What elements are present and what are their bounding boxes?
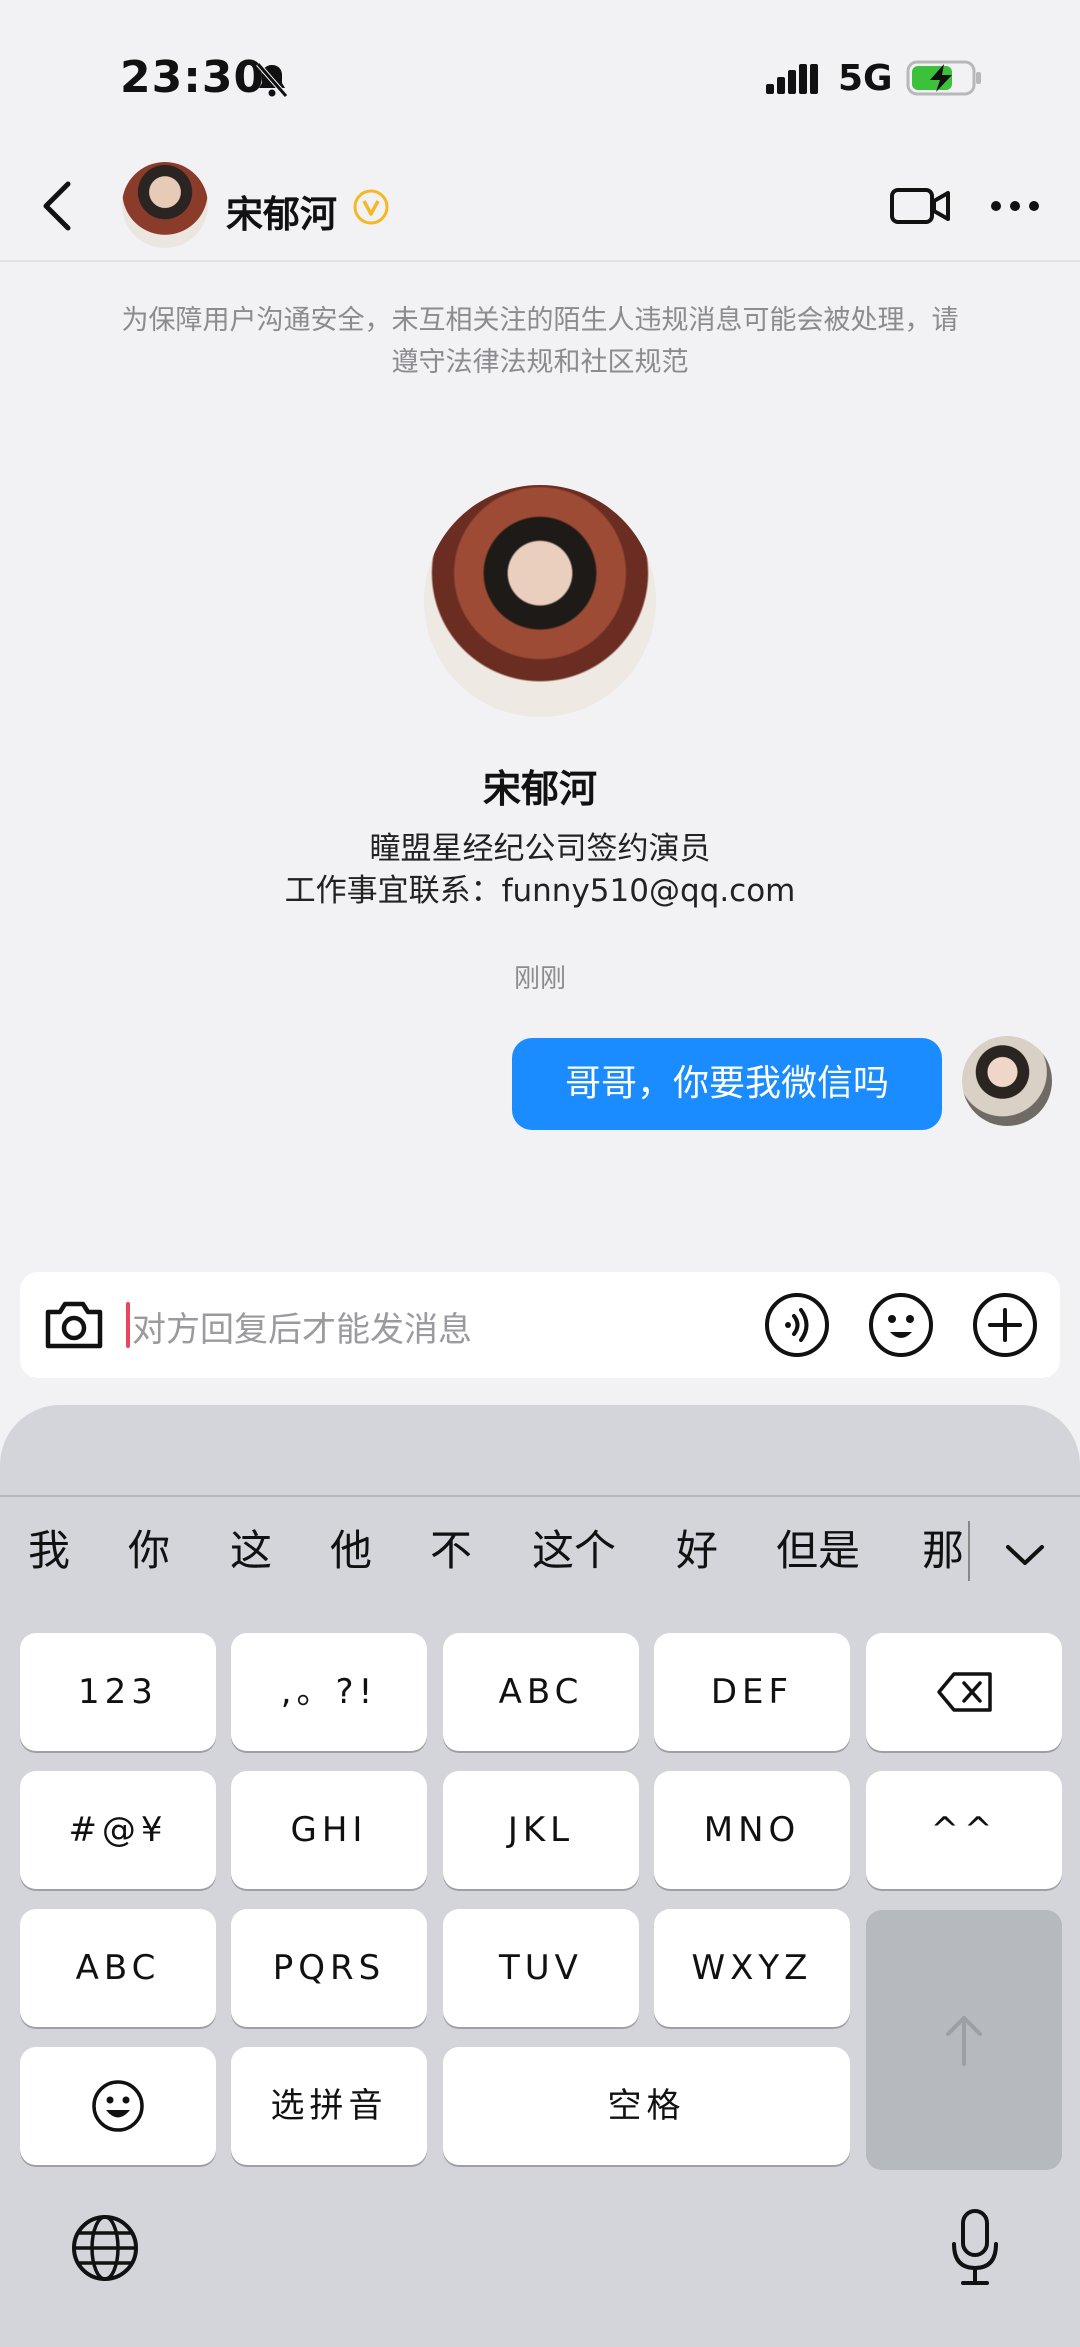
- verified-badge-icon: [353, 189, 389, 225]
- profile-avatar[interactable]: [424, 485, 656, 717]
- message-input[interactable]: 对方回复后才能发消息: [132, 1302, 472, 1351]
- emoji-icon[interactable]: [868, 1292, 934, 1358]
- candidate-word[interactable]: 那: [922, 1517, 964, 1578]
- key-emoji[interactable]: [20, 2047, 216, 2165]
- contact-avatar[interactable]: [122, 162, 208, 248]
- key-punctuation[interactable]: ,。?!: [231, 1633, 427, 1751]
- more-options-icon[interactable]: [990, 198, 1040, 214]
- key-abc-switch[interactable]: ABC: [20, 1909, 216, 2027]
- delete-icon: [937, 1672, 992, 1712]
- candidate-word[interactable]: 好: [676, 1517, 718, 1578]
- status-time: 23:30: [120, 52, 266, 103]
- signal-strength-icon: [766, 64, 818, 94]
- chevron-down-icon[interactable]: [1002, 1541, 1048, 1571]
- candidate-word[interactable]: 不: [430, 1517, 472, 1578]
- key-123[interactable]: 123: [20, 1633, 216, 1751]
- ime-keyboard: 我 你 这 他 不 这个 好 但是 那 123 ,。?! ABC DEF #@¥…: [0, 1405, 1080, 2347]
- keyboard-toolbar: [0, 1405, 1080, 1497]
- key-symbols[interactable]: #@¥: [20, 1771, 216, 1889]
- return-arrow-icon: [946, 2016, 982, 2066]
- my-avatar[interactable]: [962, 1036, 1052, 1126]
- key-select-pinyin[interactable]: 选拼音: [231, 2047, 427, 2165]
- candidate-word[interactable]: 但是: [776, 1517, 860, 1578]
- message-input-bar: 对方回复后才能发消息: [20, 1272, 1060, 1378]
- key-return[interactable]: [866, 1910, 1062, 2170]
- profile-bio-line: 工作事宜联系：funny510@qq.com: [284, 873, 796, 909]
- status-bar: 23:30 5G: [0, 0, 1080, 150]
- key-ghi[interactable]: GHI: [231, 1771, 427, 1889]
- microphone-icon[interactable]: [950, 2208, 1000, 2286]
- candidate-word[interactable]: 我: [28, 1517, 70, 1578]
- voice-input-icon[interactable]: [764, 1292, 830, 1358]
- back-arrow-icon[interactable]: [36, 178, 80, 234]
- add-attachment-icon[interactable]: [972, 1292, 1038, 1358]
- key-jkl[interactable]: JKL: [443, 1771, 639, 1889]
- key-emoticon[interactable]: ^^: [866, 1771, 1062, 1889]
- candidate-word[interactable]: 他: [330, 1517, 372, 1578]
- chat-header: 宋郁河: [0, 150, 1080, 262]
- globe-icon[interactable]: [70, 2213, 140, 2283]
- camera-icon[interactable]: [42, 1294, 106, 1354]
- candidate-word[interactable]: 你: [128, 1517, 170, 1578]
- contact-name[interactable]: 宋郁河: [226, 184, 337, 238]
- candidate-divider: [968, 1521, 970, 1581]
- key-abc[interactable]: ABC: [443, 1633, 639, 1751]
- profile-name: 宋郁河: [482, 767, 597, 811]
- emoji-key-icon: [92, 2080, 144, 2132]
- profile-bio: 瞳盟星经纪公司签约演员 工作事宜联系：funny510@qq.com: [0, 828, 1080, 912]
- candidate-word[interactable]: 这个: [532, 1517, 616, 1578]
- candidate-word[interactable]: 这: [230, 1517, 272, 1578]
- battery-charging-icon: [906, 60, 981, 96]
- mute-bell-icon: [256, 62, 288, 98]
- text-cursor: [126, 1302, 130, 1348]
- key-wxyz[interactable]: WXYZ: [654, 1909, 850, 2027]
- message-timestamp: 刚刚: [513, 964, 566, 994]
- key-space[interactable]: 空格: [443, 2047, 850, 2165]
- key-mno[interactable]: MNO: [654, 1771, 850, 1889]
- candidate-bar: 我 你 这 他 不 这个 好 但是 那: [0, 1497, 1080, 1597]
- key-delete[interactable]: [866, 1633, 1062, 1751]
- video-call-icon[interactable]: [890, 186, 950, 226]
- key-pqrs[interactable]: PQRS: [231, 1909, 427, 2027]
- key-tuv[interactable]: TUV: [443, 1909, 639, 2027]
- profile-bio-line: 瞳盟星经纪公司签约演员: [369, 831, 711, 867]
- key-def[interactable]: DEF: [654, 1633, 850, 1751]
- network-type: 5G: [838, 58, 893, 99]
- safety-notice: 为保障用户沟通安全，未互相关注的陌生人违规消息可能会被处理，请遵守法律法规和社区…: [121, 305, 959, 378]
- message-bubble-outgoing[interactable]: 哥哥，你要我微信吗: [512, 1038, 942, 1130]
